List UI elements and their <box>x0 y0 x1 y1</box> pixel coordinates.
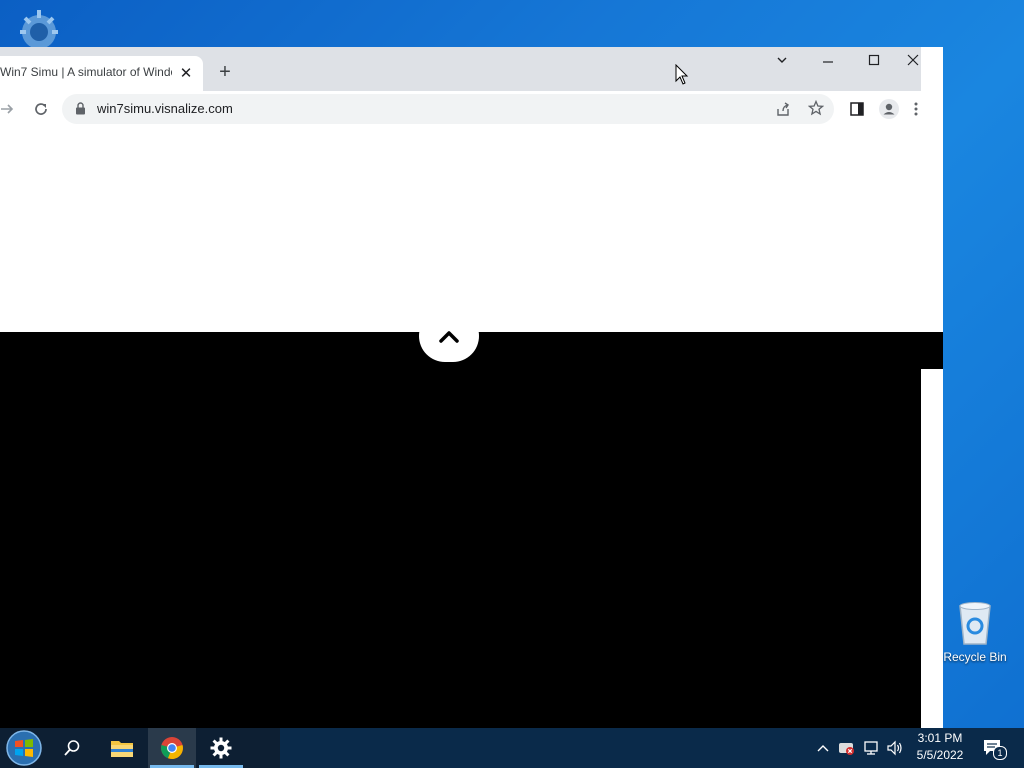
maximize-icon <box>868 54 880 66</box>
recycle-bin[interactable]: Recycle Bin <box>940 600 1010 664</box>
security-tray-icon[interactable] <box>836 736 858 760</box>
volume-tray-icon[interactable] <box>884 736 906 760</box>
reload-icon <box>35 103 47 115</box>
clock-date: 5/5/2022 <box>916 748 964 762</box>
scroll-area <box>921 369 943 732</box>
show-hidden-icons-button[interactable] <box>814 736 832 760</box>
chevron-down-icon <box>777 57 787 63</box>
network-tray-icon[interactable] <box>860 736 882 760</box>
scroll-up-button[interactable] <box>419 310 479 362</box>
browser-tab[interactable]: Win7 Simu | A simulator of Windows 7 ✕ <box>0 56 203 91</box>
tab-strip: Win7 Simu | A simulator of Windows 7 ✕ + <box>0 47 921 91</box>
profile-button[interactable] <box>878 98 900 120</box>
bookmark-star-icon[interactable] <box>807 99 825 121</box>
taskbar-clock[interactable]: 3:01 PM 5/5/2022 <box>910 730 970 764</box>
close-window-button[interactable] <box>905 53 921 73</box>
reload-button[interactable] <box>30 98 52 120</box>
action-center-button[interactable]: 1 <box>980 736 1007 760</box>
speaker-icon <box>887 740 902 756</box>
chevron-up-icon <box>817 745 829 752</box>
new-tab-button[interactable]: + <box>214 61 236 83</box>
desktop-settings-icon[interactable] <box>14 6 64 50</box>
defender-warning-icon <box>839 743 854 755</box>
mouse-cursor <box>675 63 689 91</box>
address-bar[interactable]: win7simu.visnalize.com <box>62 94 834 124</box>
browser-toolbar: win7simu.visnalize.com <box>0 91 921 128</box>
search-icon <box>64 740 80 756</box>
page-content-video-area <box>0 332 943 732</box>
chrome-icon <box>161 737 183 760</box>
gear-icon <box>210 737 232 759</box>
minimize-icon <box>823 61 833 63</box>
taskbar-file-explorer[interactable] <box>98 728 146 768</box>
recycle-bin-icon <box>959 602 991 645</box>
menu-button[interactable] <box>910 98 921 120</box>
tab-search-button[interactable] <box>767 53 797 73</box>
start-button[interactable] <box>5 729 43 767</box>
taskbar-settings[interactable] <box>197 728 245 768</box>
share-icon[interactable] <box>775 101 791 122</box>
tab-close-button[interactable]: ✕ <box>176 64 196 84</box>
maximize-button[interactable] <box>859 53 889 73</box>
profile-avatar-icon <box>879 99 899 119</box>
close-icon <box>907 54 919 66</box>
side-panel-button[interactable] <box>846 98 868 120</box>
chevron-up-icon <box>439 331 459 343</box>
arrow-right-icon <box>1 104 14 114</box>
taskbar-chrome[interactable] <box>148 728 196 768</box>
taskbar-search-button[interactable] <box>48 728 96 768</box>
page-content-top <box>0 127 943 332</box>
url-text: win7simu.visnalize.com <box>97 101 233 116</box>
more-vertical-icon <box>914 102 917 116</box>
browser-window: Win7 Simu | A simulator of Windows 7 ✕ +… <box>0 47 943 732</box>
clock-time: 3:01 PM <box>917 731 963 745</box>
recycle-bin-label: Recycle Bin <box>943 650 1007 664</box>
notification-count-badge: 1 <box>993 746 1007 760</box>
windows-start-orb-icon <box>6 730 42 766</box>
minimize-button[interactable] <box>813 53 843 73</box>
lock-icon <box>75 102 86 120</box>
folder-icon <box>111 741 133 757</box>
network-icon <box>864 741 878 755</box>
tab-title: Win7 Simu | A simulator of Windows 7 <box>0 65 172 79</box>
forward-button[interactable] <box>0 98 18 120</box>
side-panel-icon <box>850 102 864 116</box>
